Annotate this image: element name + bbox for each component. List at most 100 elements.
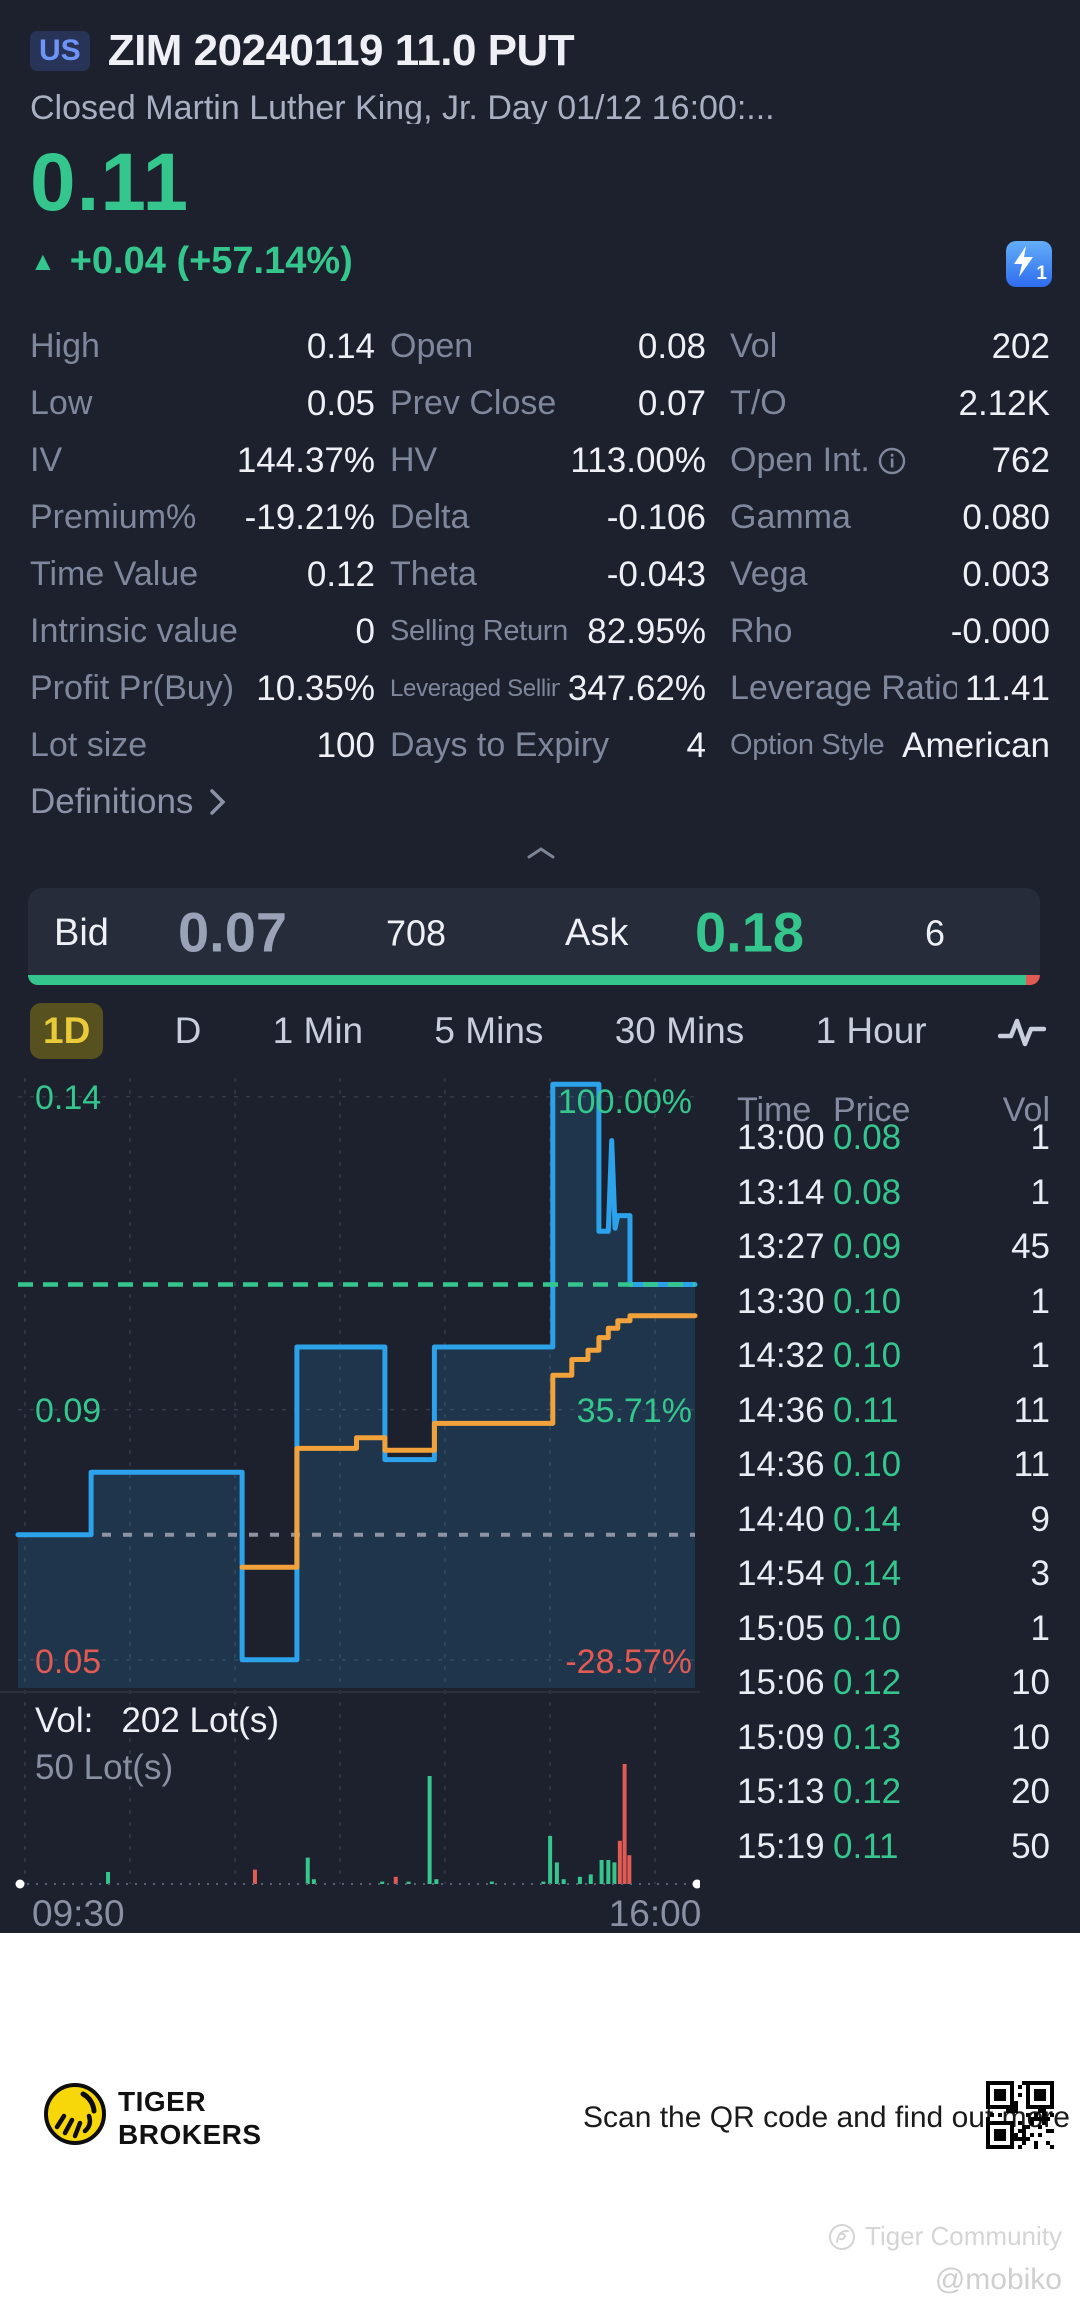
trade-price: 0.11 [833,1826,899,1866]
stats-grid: High 0.14 Open 0.08 Vol 202 Low 0.05 Prev Close 0… [30,318,1050,774]
definitions-link[interactable]: Definitions [30,782,227,822]
ask-label: Ask [565,911,629,954]
trade-vol: 1 [1030,1281,1050,1321]
stat-label: Low [30,384,93,422]
stat-cell: Days to Expiry 4 [390,726,706,766]
footer: TIGER BROKERS Scan the QR code and find … [0,1933,1080,2301]
stat-value: 347.62% [567,668,706,708]
up-arrow-icon: ▲ [30,246,56,276]
trade-time: 15:19 [737,1826,825,1866]
x-axis-start: 09:30 [32,1893,125,1934]
stat-label: Gamma [730,498,851,536]
stat-cell: Open Int. 762 [730,441,1050,481]
stat-cell: Gamma 0.080 [730,498,1050,538]
header: US ZIM 20240119 11.0 PUT [30,26,575,76]
intraday-chart[interactable] [0,1075,700,1933]
stat-label: Days to Expiry [390,726,610,764]
x-axis-end: 16:00 [608,1893,702,1934]
info-icon[interactable] [878,447,906,475]
trade-price: 0.09 [833,1227,902,1267]
stat-cell: Selling Return 82.95% [390,612,706,652]
trade-price: 0.08 [833,1172,902,1212]
stat-cell: High 0.14 [30,327,375,367]
stat-value: 82.95% [587,611,706,651]
stat-label: Profit Pr(Buy) [30,669,235,707]
collapse-caret-button[interactable] [526,846,556,865]
time-and-sales-panel[interactable]: Time Price Vol 13:00 0.08 1 13:14 0.08 1 13:27… [700,1075,1080,1933]
ask-price[interactable]: 0.18 [695,899,804,964]
option-quote-page: US ZIM 20240119 11.0 PUT Closed Martin L… [0,0,1080,2301]
trade-time: 15:13 [737,1772,825,1812]
stat-value: 144.37% [236,440,375,480]
price-change: ▲ +0.04 (+57.14%) [30,240,353,283]
tab-1d[interactable]: 1D [30,1003,104,1059]
pct-label-mid: 35.71% [576,1392,692,1430]
pct-label-high: 100.00% [557,1083,692,1121]
stat-value: 762 [991,440,1050,480]
stats-row: Low 0.05 Prev Close 0.07 T/O 2.12K [30,375,1050,432]
trade-row: 15:05 0.10 1 [700,1602,1080,1657]
qr-code [986,2081,1054,2149]
stat-value: 0.07 [637,383,706,423]
bid-ask-panel[interactable]: Bid 0.07 708 Ask 0.18 6 [28,888,1040,985]
chevron-up-icon [527,847,555,859]
trade-price: 0.14 [833,1499,902,1539]
trade-row: 15:09 0.13 10 [700,1711,1080,1766]
chart-section: 0.14 0.09 0.05 100.00% 35.71% -28.57% Vo… [0,1075,1080,1934]
stat-label: Open [390,327,474,365]
stat-label: High [30,327,100,365]
bid-label: Bid [54,911,109,954]
trade-price: 0.10 [833,1608,902,1648]
stat-value: -0.043 [606,554,706,594]
tab-d[interactable]: D [175,1010,202,1052]
stat-label: Leveraged Selling Retu [390,674,560,702]
tab-1-min[interactable]: 1 Min [273,1010,363,1052]
stat-label: Open Int. [730,441,984,480]
trade-vol: 3 [1030,1554,1050,1594]
trade-row: 14:36 0.10 11 [700,1438,1080,1493]
stat-label: Prev Close [390,384,557,422]
trade-row: 14:36 0.11 11 [700,1384,1080,1439]
stat-cell: Vol 202 [730,327,1050,367]
trade-time: 15:05 [737,1608,825,1648]
trade-time: 15:09 [737,1717,825,1757]
stat-cell: Premium% -19.21% [30,498,375,538]
trade-vol: 9 [1030,1499,1050,1539]
trade-vol: 50 [1011,1826,1050,1866]
stat-cell: Open 0.08 [390,327,706,367]
trade-vol: 10 [1011,1717,1050,1757]
tab-1-hour[interactable]: 1 Hour [816,1010,927,1052]
stats-row: Profit Pr(Buy) 10.35% Leveraged Selling Re… [30,660,1050,717]
stat-cell: Option Style American [730,726,1050,766]
trade-vol: 1 [1030,1172,1050,1212]
trade-time: 13:27 [737,1227,825,1267]
stat-label: Vega [730,555,808,593]
stat-value: 10.35% [256,668,375,708]
stats-row: Lot size 100 Days to Expiry 4 Option Style Am… [30,717,1050,774]
stat-label: Time Value [30,555,199,593]
trade-price: 0.11 [833,1390,899,1430]
stat-label: Vol [730,327,778,365]
stat-cell: Theta -0.043 [390,555,706,595]
stat-value: 0.14 [306,326,375,366]
trade-price: 0.14 [833,1554,902,1594]
stat-cell: Rho -0.000 [730,612,1050,652]
tab-30-mins[interactable]: 30 Mins [615,1010,745,1052]
trade-vol: 1 [1030,1336,1050,1376]
volume-total-value: 202 Lot(s) [121,1701,279,1740]
trade-row: 13:00 0.08 1 [700,1111,1080,1166]
trade-row: 13:30 0.10 1 [700,1275,1080,1330]
tab-5-mins[interactable]: 5 Mins [434,1010,543,1052]
line-chart-icon[interactable] [997,1013,1046,1049]
trade-time: 14:32 [737,1336,825,1376]
stat-cell: Delta -0.106 [390,498,706,538]
flash-order-button[interactable]: 1 [1006,241,1052,287]
bid-price[interactable]: 0.07 [178,899,287,964]
trade-price: 0.10 [833,1445,902,1485]
market-badge: US [30,31,90,71]
trade-price: 0.10 [833,1336,902,1376]
stat-cell: Intrinsic value 0 [30,612,375,652]
trade-time: 13:30 [737,1281,825,1321]
trade-row: 13:14 0.08 1 [700,1166,1080,1221]
stat-cell: Profit Pr(Buy) 10.35% [30,669,375,709]
